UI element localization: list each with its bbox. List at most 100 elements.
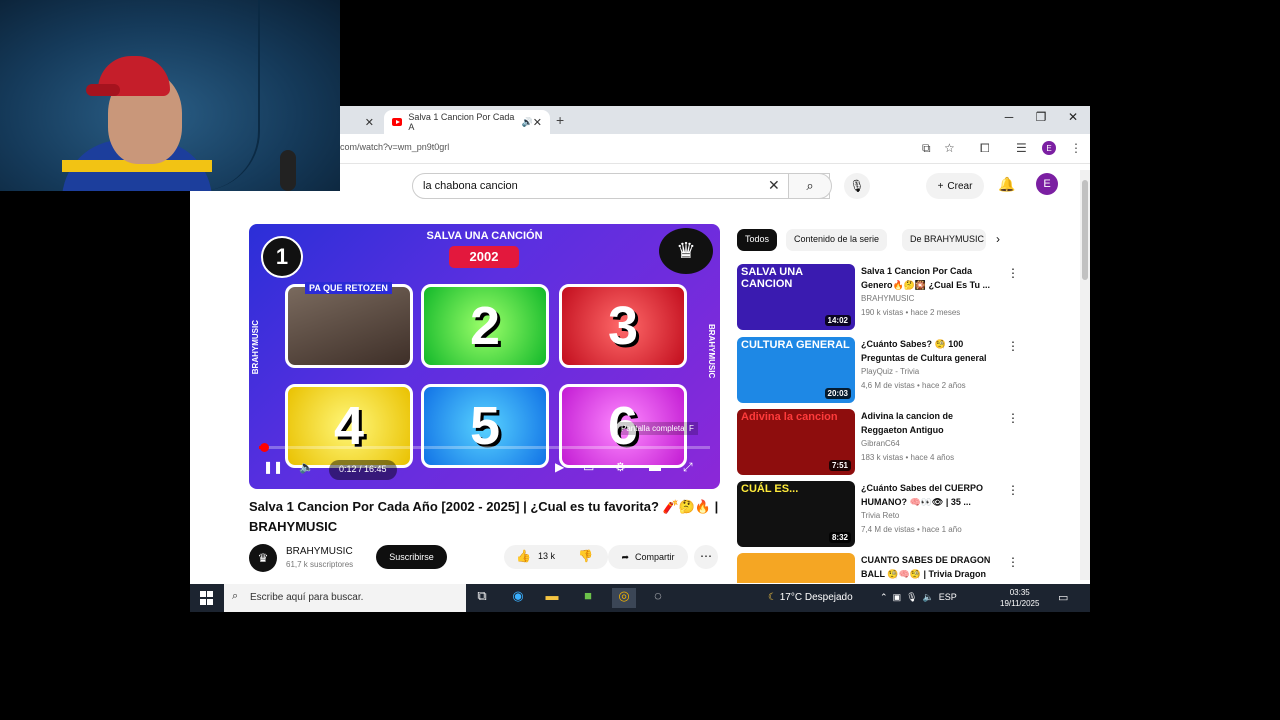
thumbnail[interactable] [737,553,855,583]
video-controls: ❚❚ 🔈 0:12 / 16:45 ▶ ▭ ⚙ ▬ ⤢ [249,456,720,484]
system-tray: ⌃ ▣ 🎙 🔈 ESP [880,592,957,603]
tab-active[interactable]: Salva 1 Cancion Por Cada A 🔊 ✕ [384,110,550,134]
bookmark-star-icon[interactable]: ☆ [944,141,955,155]
volume-icon[interactable]: 🔈 [923,592,934,602]
task-view-icon[interactable]: ⧉ [470,588,494,608]
account-avatar[interactable]: E [1036,173,1058,195]
chip-channel[interactable]: De BRAHYMUSIC [902,229,986,251]
rec-meta: 190 k vistas • hace 2 meses [861,308,961,317]
list-item[interactable]: Adivina la cancion 7:51 Adivina la canci… [737,409,1067,475]
notification-center-icon[interactable]: ▭ [1058,591,1068,604]
taskbar-clock[interactable]: 03:35 19/11/2025 [1000,587,1039,609]
tab-previous[interactable]: ✕ [340,110,382,134]
crown-icon: ♛ [659,228,713,274]
rec-title[interactable]: Adivina la cancion de Reggaeton Antiguo [861,409,995,437]
media-icon[interactable]: ☰ [1016,141,1027,155]
thumbnail[interactable]: SALVA UNA CANCION 14:02 [737,264,855,330]
rec-meta: 7,4 M de vistas • hace 1 año [861,525,962,534]
chevron-up-icon[interactable]: ⌃ [880,592,888,602]
rec-title[interactable]: Salva 1 Cancion Por Cada Genero🔥🤔🎇 ¿Cual… [861,264,995,292]
edge-browser-icon[interactable]: ◉ [506,588,530,608]
fullscreen-icon[interactable]: ⤢ [683,460,693,475]
rec-title[interactable]: ¿Cuánto Sabes? 🧐 100 Preguntas de Cultur… [861,337,995,365]
chip-series[interactable]: Contenido de la serie [786,229,888,251]
profile-avatar[interactable]: E [1042,141,1056,155]
windows-start-icon[interactable] [200,591,214,605]
minimize-icon[interactable]: ─ [994,110,1024,124]
scrollbar-thumb[interactable] [1082,180,1088,280]
rec-channel[interactable]: BRAHYMUSIC [861,294,914,303]
subscribe-button[interactable]: Suscribirse [376,545,447,569]
video-player[interactable]: SALVA UNA CANCIÓN 2002 1 ♛ BRAHYMUSIC BR… [249,224,720,489]
thumbnail[interactable]: CULTURA GENERAL 20:03 [737,337,855,403]
minecraft-icon[interactable]: ■ [576,588,600,608]
rec-title[interactable]: CUANTO SABES DE DRAGON BALL 🧐🧠🧐 | Trivia… [861,553,995,581]
rec-channel[interactable]: Trivia Reto [861,511,899,520]
video-overlay-title: SALVA UNA CANCIÓN [426,230,543,242]
language-indicator[interactable]: ESP [939,592,957,602]
close-icon[interactable]: ✕ [365,116,374,129]
rec-channel[interactable]: GibranC64 [861,439,900,448]
dislike-thumbs-down-icon[interactable]: 👎 [578,549,593,563]
chrome-icon[interactable]: ◎ [612,588,636,608]
volume-icon[interactable]: 🔈 [299,460,314,474]
window-close-icon[interactable]: ✕ [1058,110,1088,124]
subtitles-icon[interactable]: ▭ [583,460,594,474]
clear-search-icon[interactable]: ✕ [768,177,780,194]
kebab-menu-icon[interactable]: ⋮ [1007,483,1019,497]
microphone-icon[interactable]: 🎙 [906,592,917,602]
install-app-icon[interactable]: ⧉ [922,141,931,156]
video-cell-caption: PA QUE RETOZEN [305,282,392,294]
obs-icon[interactable]: ◌ [646,588,670,608]
theater-mode-icon[interactable]: ▬ [649,460,661,474]
rec-channel[interactable]: PlayQuiz - Trivia [861,367,919,376]
crown-icon: ♛ [257,551,269,565]
chevron-right-icon[interactable]: › [996,232,1000,246]
taskbar-search-input[interactable]: ⌕ Escribe aquí para buscar. [224,584,466,612]
search-button[interactable]: ⌕ [788,173,832,199]
kebab-menu-icon[interactable]: ⋮ [1007,411,1019,425]
video-year-badge: 2002 [449,246,519,268]
duration-badge: 7:51 [828,460,851,471]
notifications-bell-icon[interactable]: 🔔 [998,176,1015,193]
restore-icon[interactable]: ❐ [1026,110,1056,124]
autoplay-toggle-icon[interactable]: ▶ [555,460,564,474]
kebab-menu-icon[interactable]: ⋮ [1007,555,1019,569]
kebab-menu-icon[interactable]: ⋮ [1070,141,1082,155]
extensions-icon[interactable]: ⧠ [980,141,990,156]
new-tab-button[interactable]: + [556,112,564,128]
list-item[interactable]: SALVA UNA CANCION 14:02 Salva 1 Cancion … [737,264,1067,330]
channel-name[interactable]: BRAHYMUSIC [286,546,353,557]
page-scrollbar[interactable] [1080,170,1090,580]
network-icon[interactable]: ▣ [893,592,902,602]
chip-all[interactable]: Todos [737,229,778,251]
channel-avatar[interactable]: ♛ [249,544,277,572]
settings-gear-icon[interactable]: ⚙ [615,460,626,474]
weather-widget[interactable]: ☾ 17°C Despejado [768,592,853,603]
fullscreen-tooltip: Pantalla completa F [617,422,698,435]
pause-icon[interactable]: ❚❚ [263,460,283,474]
url-field[interactable]: com/watch?v=wm_pn9t0grl [340,142,449,152]
duration-badge: 14:02 [824,315,851,326]
list-item[interactable]: CULTURA GENERAL 20:03 ¿Cuánto Sabes? 🧐 1… [737,337,1067,403]
thumbnail[interactable]: Adivina la cancion 7:51 [737,409,855,475]
thumbnail[interactable]: CUÁL ES... 8:32 [737,481,855,547]
windows-taskbar: ⌕ Escribe aquí para buscar. ⧉ ◉ ▬ ■ ◎ ◌ … [190,584,1090,612]
webcam-overlay [0,0,340,191]
more-actions-icon[interactable]: ⋯ [694,545,718,569]
kebab-menu-icon[interactable]: ⋮ [1007,339,1019,353]
video-progress-bar[interactable] [259,443,710,452]
create-button[interactable]: + Crear [926,173,984,199]
like-thumbs-up-icon[interactable]: 👍 [516,549,531,563]
list-item[interactable]: CUANTO SABES DE DRAGON BALL 🧐🧠🧐 | Trivia… [737,553,1067,583]
file-explorer-icon[interactable]: ▬ [540,588,564,608]
video-cell-2: 2 [421,284,549,368]
voice-search-button[interactable]: 🎙 [844,173,870,199]
close-icon[interactable]: ✕ [533,116,542,129]
list-item[interactable]: CUÁL ES... 8:32 ¿Cuánto Sabes del CUERPO… [737,481,1067,547]
progress-scrubber[interactable] [260,443,270,452]
rec-title[interactable]: ¿Cuánto Sabes del CUERPO HUMANO? 🧠👀👁 | 3… [861,481,995,509]
kebab-menu-icon[interactable]: ⋮ [1007,266,1019,280]
speaker-icon: 🔊 [521,116,533,127]
share-button[interactable]: ➦ Compartir [608,545,688,569]
